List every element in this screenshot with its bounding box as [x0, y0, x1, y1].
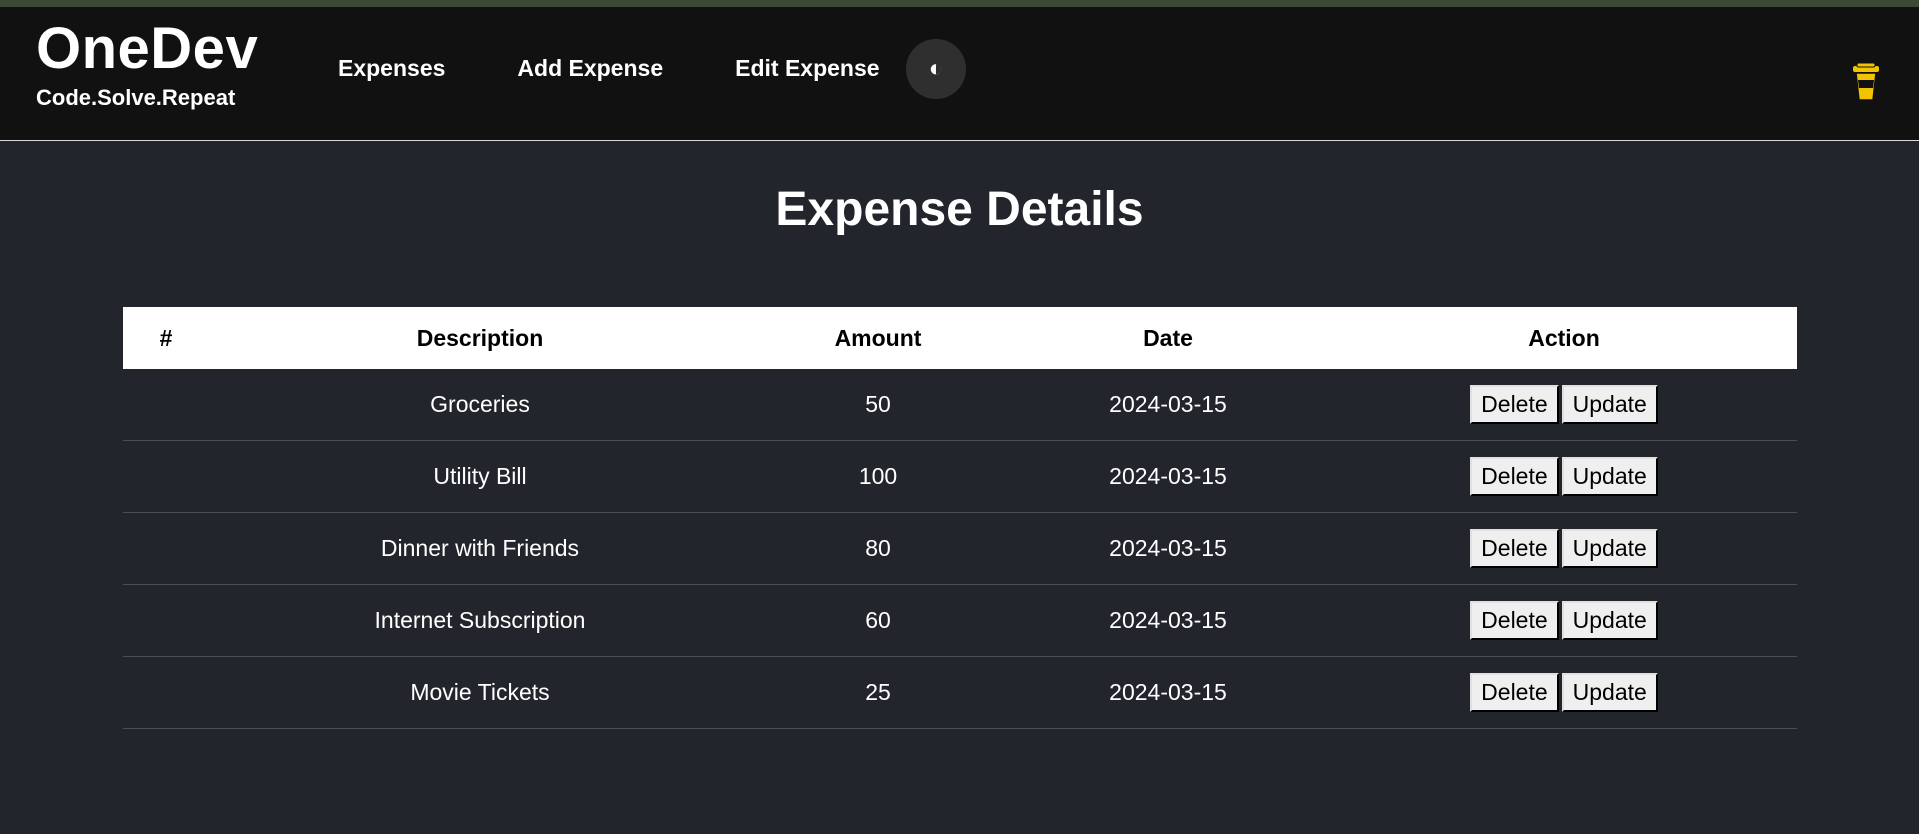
update-button[interactable]: Update — [1561, 457, 1658, 496]
column-header-action: Action — [1528, 324, 1600, 351]
amount-cell: 60 — [751, 584, 1005, 657]
update-button[interactable]: Update — [1561, 529, 1658, 568]
table-row: Utility Bill 100 2024-03-15 Delete Updat… — [123, 440, 1797, 513]
brand-tagline: Code.Solve.Repeat — [36, 84, 236, 110]
table-row: Groceries 50 2024-03-15 Delete Update — [123, 369, 1797, 441]
update-button[interactable]: Update — [1561, 601, 1658, 640]
action-cell: Delete Update — [1331, 369, 1797, 441]
action-cell: Delete Update — [1331, 440, 1797, 513]
nav-link-expenses[interactable]: Expenses — [338, 55, 445, 82]
description-cell: Movie Tickets — [209, 656, 751, 729]
column-header-number: # — [159, 324, 173, 351]
date-cell: 2024-03-15 — [1005, 584, 1331, 657]
delete-button[interactable]: Delete — [1470, 385, 1559, 424]
row-number-cell — [123, 656, 209, 729]
coffee-cup-icon[interactable] — [1851, 62, 1881, 102]
column-header-amount: Amount — [834, 324, 922, 351]
top-accent-strip — [0, 0, 1919, 7]
column-header-description: Description — [416, 324, 544, 351]
expense-table: # Description Amount Date Action Groceri… — [123, 307, 1797, 729]
delete-button[interactable]: Delete — [1470, 601, 1559, 640]
description-cell: Dinner with Friends — [209, 512, 751, 585]
table-row: Movie Tickets 25 2024-03-15 Delete Updat… — [123, 656, 1797, 729]
page-title: Expense Details — [775, 183, 1144, 236]
delete-button[interactable]: Delete — [1470, 457, 1559, 496]
expense-table-container: # Description Amount Date Action Groceri… — [123, 307, 1797, 729]
update-button[interactable]: Update — [1561, 673, 1658, 712]
action-cell: Delete Update — [1331, 656, 1797, 729]
contrast-icon: ◐ — [928, 55, 944, 82]
delete-button[interactable]: Delete — [1470, 673, 1559, 712]
amount-cell: 50 — [751, 369, 1005, 441]
table-row: Internet Subscription 60 2024-03-15 Dele… — [123, 584, 1797, 657]
column-header-date: Date — [1143, 324, 1193, 351]
brand[interactable]: OneDev Code.Solve.Repeat — [36, 17, 258, 111]
amount-cell: 25 — [751, 656, 1005, 729]
row-number-cell — [123, 584, 209, 657]
nav-link-edit-expense[interactable]: Edit Expense — [735, 55, 879, 82]
action-cell: Delete Update — [1331, 512, 1797, 585]
table-row: Dinner with Friends 80 2024-03-15 Delete… — [123, 512, 1797, 585]
table-header-row: # Description Amount Date Action — [123, 307, 1797, 369]
description-cell: Groceries — [209, 369, 751, 441]
update-button[interactable]: Update — [1561, 385, 1658, 424]
description-cell: Utility Bill — [209, 440, 751, 513]
row-number-cell — [123, 369, 209, 441]
app-header: OneDev Code.Solve.Repeat Expenses Add Ex… — [0, 7, 1919, 141]
main-nav: Expenses Add Expense Edit Expense — [338, 55, 880, 82]
row-number-cell — [123, 512, 209, 585]
amount-cell: 80 — [751, 512, 1005, 585]
date-cell: 2024-03-15 — [1005, 512, 1331, 585]
date-cell: 2024-03-15 — [1005, 440, 1331, 513]
amount-cell: 100 — [751, 440, 1005, 513]
description-cell: Internet Subscription — [209, 584, 751, 657]
theme-toggle-button[interactable]: ◐ — [906, 39, 966, 99]
date-cell: 2024-03-15 — [1005, 656, 1331, 729]
nav-link-add-expense[interactable]: Add Expense — [517, 55, 663, 82]
action-cell: Delete Update — [1331, 584, 1797, 657]
delete-button[interactable]: Delete — [1470, 529, 1559, 568]
row-number-cell — [123, 440, 209, 513]
brand-title: OneDev — [36, 16, 259, 81]
date-cell: 2024-03-15 — [1005, 369, 1331, 441]
